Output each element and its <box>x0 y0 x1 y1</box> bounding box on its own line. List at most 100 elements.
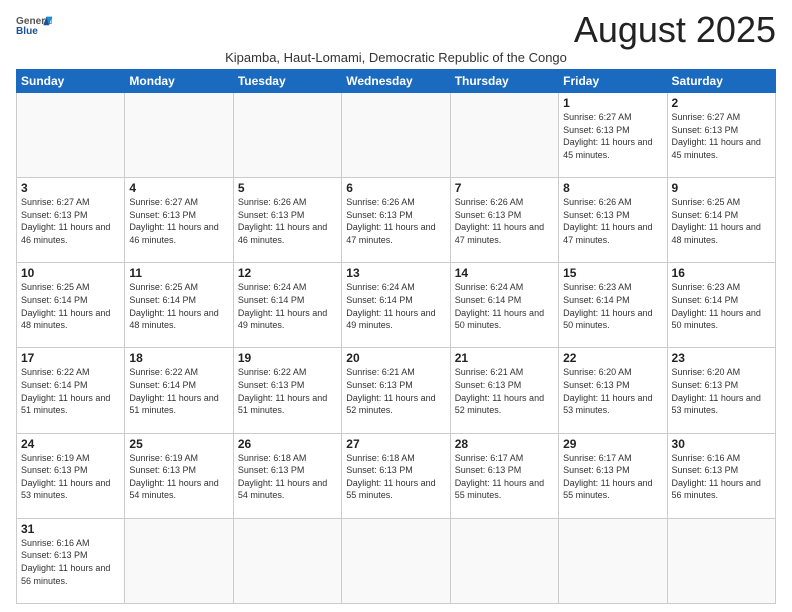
day-number: 24 <box>21 437 120 451</box>
calendar-day-cell <box>17 93 125 178</box>
page: General Blue August 2025 Kipamba, Haut-L… <box>0 0 792 612</box>
day-info: Sunrise: 6:25 AM Sunset: 6:14 PM Dayligh… <box>672 196 771 246</box>
day-info: Sunrise: 6:18 AM Sunset: 6:13 PM Dayligh… <box>238 452 337 502</box>
day-info: Sunrise: 6:18 AM Sunset: 6:13 PM Dayligh… <box>346 452 445 502</box>
logo: General Blue <box>16 12 52 40</box>
calendar-day-cell: 3Sunrise: 6:27 AM Sunset: 6:13 PM Daylig… <box>17 178 125 263</box>
day-number: 6 <box>346 181 445 195</box>
day-info: Sunrise: 6:17 AM Sunset: 6:13 PM Dayligh… <box>563 452 662 502</box>
day-number: 17 <box>21 351 120 365</box>
calendar-day-cell: 17Sunrise: 6:22 AM Sunset: 6:14 PM Dayli… <box>17 348 125 433</box>
day-info: Sunrise: 6:23 AM Sunset: 6:14 PM Dayligh… <box>672 281 771 331</box>
weekday-header: Thursday <box>450 70 558 93</box>
calendar-day-cell: 20Sunrise: 6:21 AM Sunset: 6:13 PM Dayli… <box>342 348 450 433</box>
day-info: Sunrise: 6:19 AM Sunset: 6:13 PM Dayligh… <box>129 452 228 502</box>
month-title: August 2025 <box>574 12 776 48</box>
day-info: Sunrise: 6:25 AM Sunset: 6:14 PM Dayligh… <box>21 281 120 331</box>
day-number: 10 <box>21 266 120 280</box>
day-number: 2 <box>672 96 771 110</box>
calendar-day-cell: 26Sunrise: 6:18 AM Sunset: 6:13 PM Dayli… <box>233 433 341 518</box>
calendar-day-cell: 6Sunrise: 6:26 AM Sunset: 6:13 PM Daylig… <box>342 178 450 263</box>
calendar-day-cell <box>125 93 233 178</box>
calendar-day-cell: 13Sunrise: 6:24 AM Sunset: 6:14 PM Dayli… <box>342 263 450 348</box>
day-info: Sunrise: 6:23 AM Sunset: 6:14 PM Dayligh… <box>563 281 662 331</box>
day-info: Sunrise: 6:26 AM Sunset: 6:13 PM Dayligh… <box>238 196 337 246</box>
calendar-day-cell <box>450 518 558 603</box>
day-number: 7 <box>455 181 554 195</box>
day-number: 21 <box>455 351 554 365</box>
day-number: 3 <box>21 181 120 195</box>
day-number: 13 <box>346 266 445 280</box>
calendar-day-cell: 25Sunrise: 6:19 AM Sunset: 6:13 PM Dayli… <box>125 433 233 518</box>
day-number: 1 <box>563 96 662 110</box>
weekday-header: Friday <box>559 70 667 93</box>
calendar-day-cell <box>233 93 341 178</box>
day-info: Sunrise: 6:27 AM Sunset: 6:13 PM Dayligh… <box>672 111 771 161</box>
day-info: Sunrise: 6:19 AM Sunset: 6:13 PM Dayligh… <box>21 452 120 502</box>
calendar-header: SundayMondayTuesdayWednesdayThursdayFrid… <box>17 70 776 93</box>
calendar-day-cell <box>125 518 233 603</box>
day-number: 15 <box>563 266 662 280</box>
day-number: 19 <box>238 351 337 365</box>
day-info: Sunrise: 6:20 AM Sunset: 6:13 PM Dayligh… <box>672 366 771 416</box>
day-number: 29 <box>563 437 662 451</box>
calendar-day-cell: 14Sunrise: 6:24 AM Sunset: 6:14 PM Dayli… <box>450 263 558 348</box>
day-number: 11 <box>129 266 228 280</box>
calendar-day-cell: 18Sunrise: 6:22 AM Sunset: 6:14 PM Dayli… <box>125 348 233 433</box>
calendar-day-cell: 28Sunrise: 6:17 AM Sunset: 6:13 PM Dayli… <box>450 433 558 518</box>
calendar-day-cell: 16Sunrise: 6:23 AM Sunset: 6:14 PM Dayli… <box>667 263 775 348</box>
day-info: Sunrise: 6:25 AM Sunset: 6:14 PM Dayligh… <box>129 281 228 331</box>
day-info: Sunrise: 6:21 AM Sunset: 6:13 PM Dayligh… <box>346 366 445 416</box>
calendar-day-cell: 8Sunrise: 6:26 AM Sunset: 6:13 PM Daylig… <box>559 178 667 263</box>
weekday-header: Saturday <box>667 70 775 93</box>
day-info: Sunrise: 6:21 AM Sunset: 6:13 PM Dayligh… <box>455 366 554 416</box>
calendar-day-cell: 19Sunrise: 6:22 AM Sunset: 6:13 PM Dayli… <box>233 348 341 433</box>
calendar: SundayMondayTuesdayWednesdayThursdayFrid… <box>16 69 776 604</box>
svg-text:Blue: Blue <box>16 26 38 37</box>
day-number: 28 <box>455 437 554 451</box>
day-info: Sunrise: 6:26 AM Sunset: 6:13 PM Dayligh… <box>563 196 662 246</box>
day-number: 12 <box>238 266 337 280</box>
calendar-day-cell: 10Sunrise: 6:25 AM Sunset: 6:14 PM Dayli… <box>17 263 125 348</box>
calendar-day-cell: 5Sunrise: 6:26 AM Sunset: 6:13 PM Daylig… <box>233 178 341 263</box>
calendar-day-cell: 27Sunrise: 6:18 AM Sunset: 6:13 PM Dayli… <box>342 433 450 518</box>
calendar-week-row: 17 Sunrise: 6:22 AM Sunset: 6:14 PM Dayli… <box>17 348 776 433</box>
calendar-day-cell <box>233 518 341 603</box>
calendar-day-cell: 30Sunrise: 6:16 AM Sunset: 6:13 PM Dayli… <box>667 433 775 518</box>
day-info: Sunrise: 6:24 AM Sunset: 6:14 PM Dayligh… <box>455 281 554 331</box>
day-info: Sunrise: 6:24 AM Sunset: 6:14 PM Dayligh… <box>238 281 337 331</box>
calendar-week-row: 31Sunrise: 6:16 AM Sunset: 6:13 PM Dayli… <box>17 518 776 603</box>
calendar-day-cell: 12Sunrise: 6:24 AM Sunset: 6:14 PM Dayli… <box>233 263 341 348</box>
day-number: 20 <box>346 351 445 365</box>
day-number: 16 <box>672 266 771 280</box>
calendar-day-cell: 22Sunrise: 6:20 AM Sunset: 6:13 PM Dayli… <box>559 348 667 433</box>
title-block: August 2025 <box>574 12 776 48</box>
calendar-day-cell: 4Sunrise: 6:27 AM Sunset: 6:13 PM Daylig… <box>125 178 233 263</box>
calendar-day-cell <box>450 93 558 178</box>
day-number: 25 <box>129 437 228 451</box>
day-number: 22 <box>563 351 662 365</box>
day-number: 23 <box>672 351 771 365</box>
weekday-header: Monday <box>125 70 233 93</box>
calendar-week-row: 1Sunrise: 6:27 AM Sunset: 6:13 PM Daylig… <box>17 93 776 178</box>
calendar-day-cell: 15Sunrise: 6:23 AM Sunset: 6:14 PM Dayli… <box>559 263 667 348</box>
calendar-day-cell <box>342 93 450 178</box>
weekday-header: Sunday <box>17 70 125 93</box>
day-number: 30 <box>672 437 771 451</box>
day-number: 8 <box>563 181 662 195</box>
calendar-day-cell: 24Sunrise: 6:19 AM Sunset: 6:13 PM Dayli… <box>17 433 125 518</box>
day-info: Sunrise: 6:27 AM Sunset: 6:13 PM Dayligh… <box>563 111 662 161</box>
day-info: Sunrise: 6:27 AM Sunset: 6:13 PM Dayligh… <box>129 196 228 246</box>
calendar-day-cell <box>559 518 667 603</box>
calendar-day-cell: 29Sunrise: 6:17 AM Sunset: 6:13 PM Dayli… <box>559 433 667 518</box>
day-number: 14 <box>455 266 554 280</box>
day-number: 26 <box>238 437 337 451</box>
weekday-header: Tuesday <box>233 70 341 93</box>
calendar-day-cell: 1Sunrise: 6:27 AM Sunset: 6:13 PM Daylig… <box>559 93 667 178</box>
calendar-day-cell: 7Sunrise: 6:26 AM Sunset: 6:13 PM Daylig… <box>450 178 558 263</box>
day-info: Sunrise: 6:22 AM Sunset: 6:14 PM Dayligh… <box>129 366 228 416</box>
subtitle: Kipamba, Haut-Lomami, Democratic Republi… <box>16 50 776 65</box>
day-number: 4 <box>129 181 228 195</box>
calendar-body: 1Sunrise: 6:27 AM Sunset: 6:13 PM Daylig… <box>17 93 776 604</box>
day-info: Sunrise: 6:27 AM Sunset: 6:13 PM Dayligh… <box>21 196 120 246</box>
